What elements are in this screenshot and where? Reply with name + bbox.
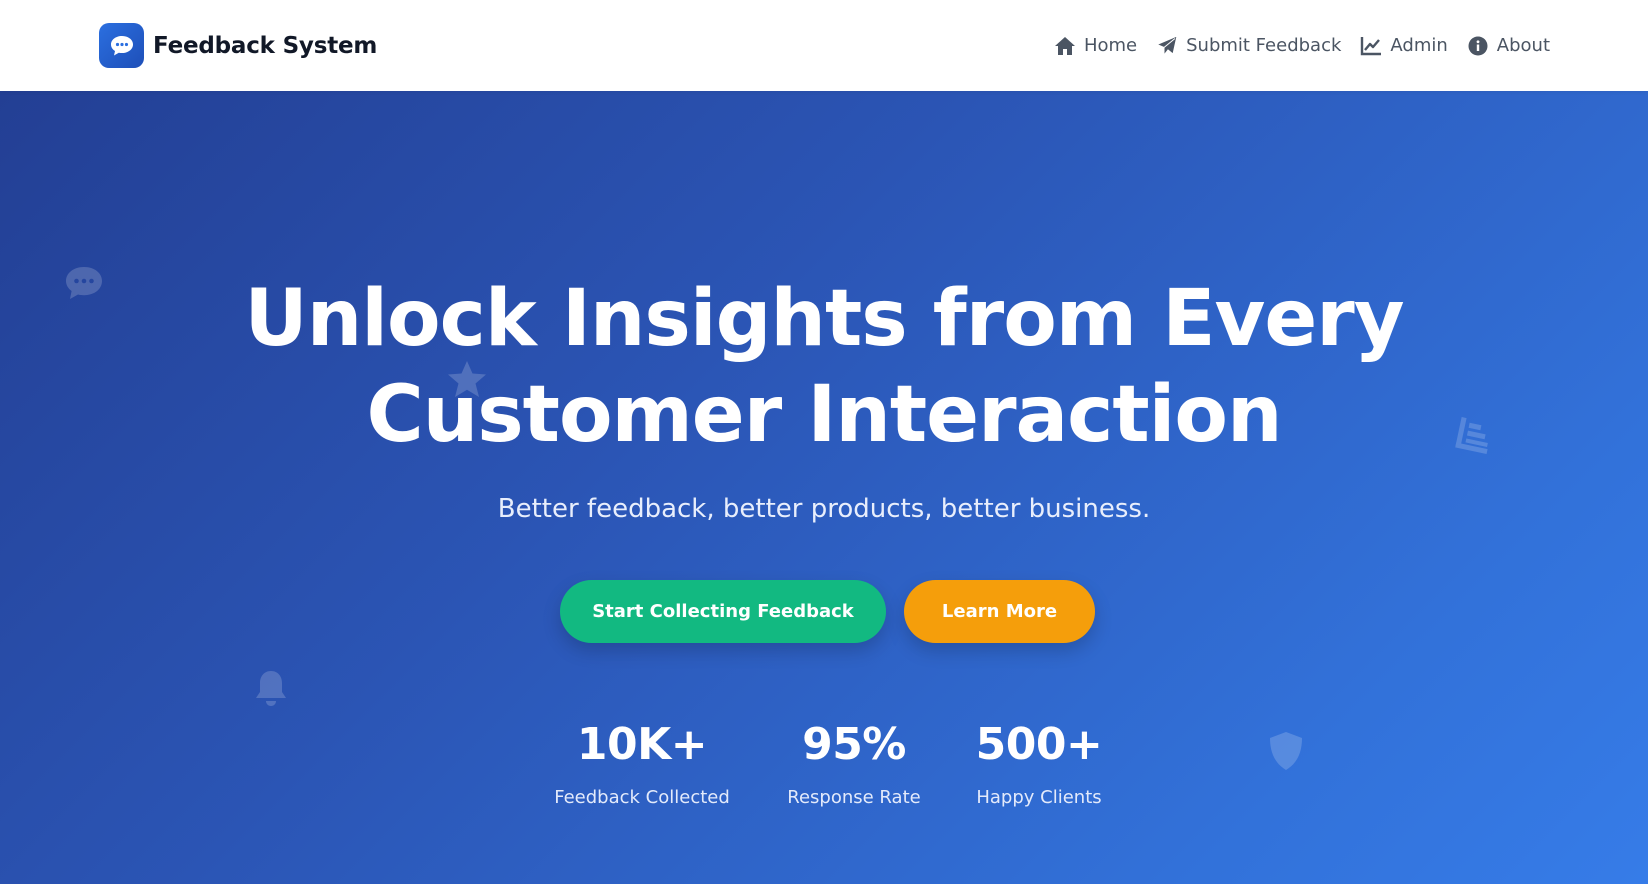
stat-response-rate: 95% Response Rate	[774, 719, 934, 808]
chart-line-icon	[1360, 35, 1382, 57]
chat-bubble-icon	[99, 23, 144, 68]
nav-item-label: Home	[1083, 35, 1138, 56]
bell-icon	[253, 668, 289, 712]
hero-title-line-2: Customer Interaction	[366, 370, 1282, 460]
stat-label: Feedback Collected	[554, 787, 730, 808]
nav-item-label: Admin	[1390, 35, 1448, 56]
learn-more-button[interactable]: Learn More	[904, 580, 1095, 643]
info-circle-icon	[1467, 35, 1489, 57]
stat-happy-clients: 500+ Happy Clients	[959, 719, 1119, 808]
stat-value: 95%	[802, 719, 906, 770]
brand-name: Feedback System	[153, 32, 378, 59]
stat-label: Response Rate	[787, 787, 921, 808]
nav-item-label: About	[1496, 35, 1550, 56]
hero-section: Unlock Insights from Every Customer Inte…	[0, 91, 1648, 884]
nav-item-admin[interactable]: Admin	[1360, 35, 1448, 57]
paper-plane-icon	[1156, 34, 1178, 57]
nav-item-submit-feedback[interactable]: Submit Feedback	[1156, 34, 1342, 57]
start-collecting-feedback-button[interactable]: Start Collecting Feedback	[560, 580, 886, 643]
navbar: Feedback System Home Submit Feedback Adm…	[0, 0, 1648, 91]
nav-links: Home Submit Feedback Admin About	[1054, 0, 1550, 91]
hero-title: Unlock Insights from Every Customer Inte…	[0, 271, 1648, 463]
brand[interactable]: Feedback System	[99, 23, 377, 68]
stat-value: 10K+	[576, 719, 708, 770]
nav-item-label: Submit Feedback	[1186, 35, 1342, 56]
stat-feedback-collected: 10K+ Feedback Collected	[542, 719, 742, 808]
shield-icon	[1267, 730, 1305, 776]
stat-value: 500+	[975, 719, 1103, 770]
nav-item-home[interactable]: Home	[1054, 35, 1137, 57]
home-icon	[1054, 35, 1076, 57]
hero-subtitle: Better feedback, better products, better…	[497, 494, 1151, 524]
hero-title-line-1: Unlock Insights from Every	[244, 274, 1404, 364]
nav-item-about[interactable]: About	[1467, 35, 1550, 57]
stat-label: Happy Clients	[976, 787, 1102, 808]
